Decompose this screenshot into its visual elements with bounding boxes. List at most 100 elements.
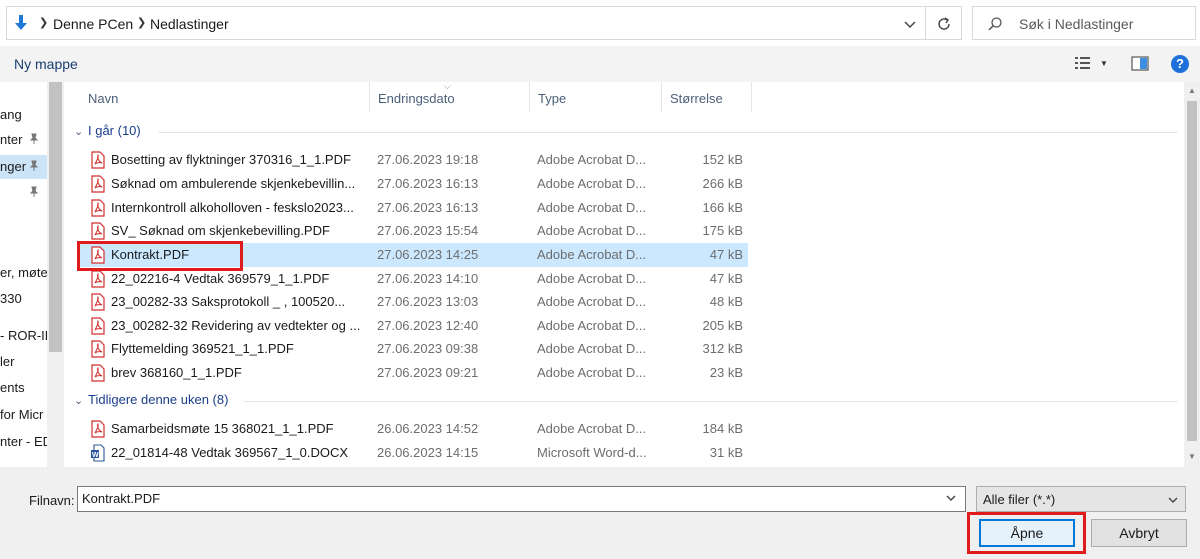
scroll-down-icon[interactable]: ▼	[1188, 452, 1196, 461]
file-row[interactable]: Internkontroll alkoholloven - feskslo202…	[78, 196, 748, 220]
sidebar-item-label: ang	[0, 107, 22, 122]
file-size: 31 kB	[709, 445, 743, 460]
file-date: 27.06.2023 09:38	[377, 341, 479, 356]
sidebar-item-label: nter	[0, 132, 23, 147]
view-dropdown-icon[interactable]: ▼	[1100, 59, 1108, 68]
column-header-name[interactable]: Navn	[80, 82, 370, 112]
view-options-icon[interactable]	[1074, 55, 1092, 71]
file-type: Microsoft Word-d...	[537, 445, 647, 460]
sidebar-scrollbar-thumb[interactable]	[49, 82, 62, 352]
file-name: 23_00282-33 Saksprotokoll _ , 100520...	[111, 294, 346, 309]
file-row[interactable]: 23_00282-32 Revidering av vedtekter og .…	[78, 314, 748, 338]
file-date: 27.06.2023 14:10	[377, 271, 479, 286]
file-size: 48 kB	[709, 294, 743, 309]
address-bar[interactable]: ❯ Denne PCen ❯ Nedlastinger	[6, 6, 926, 40]
file-type: Adobe Acrobat D...	[537, 176, 647, 191]
breadcrumb-this-pc[interactable]: Denne PCen	[53, 16, 133, 32]
sidebar-item[interactable]: ler	[0, 350, 47, 374]
file-date: 26.06.2023 14:15	[377, 445, 479, 460]
chevron-down-icon: ⌄	[74, 126, 84, 138]
sidebar-item[interactable]: - ROR-IK	[0, 324, 47, 348]
pdf-file-icon	[91, 151, 105, 169]
sidebar-item[interactable]: nter	[0, 128, 47, 152]
open-button[interactable]: Åpne	[979, 519, 1075, 547]
search-icon	[988, 17, 1002, 31]
file-type-select[interactable]: Alle filer (*.*)	[976, 486, 1186, 512]
search-input[interactable]: Søk i Nedlastinger	[972, 6, 1196, 40]
sidebar-item-label: nger	[0, 159, 27, 174]
pdf-file-icon	[91, 420, 105, 438]
file-size: 266 kB	[702, 176, 743, 191]
sidebar-item[interactable]: ents	[0, 376, 47, 400]
file-type: Adobe Acrobat D...	[537, 271, 647, 286]
pdf-file-icon	[91, 246, 105, 264]
file-row[interactable]: Samarbeidsmøte 15 368021_1_1.PDF 26.06.20…	[78, 417, 748, 441]
file-row[interactable]: Søknad om ambulerende skjenkebevillin...…	[78, 172, 748, 196]
file-name: Kontrakt.PDF	[111, 247, 190, 262]
breadcrumb-separator-icon: ❯	[137, 17, 147, 29]
file-list-scrollbar[interactable]: ▲ ▼	[1184, 82, 1200, 467]
sidebar-item-label: for Micr	[0, 407, 44, 422]
help-icon[interactable]: ?	[1171, 55, 1189, 73]
download-arrow-icon	[15, 15, 27, 30]
file-row[interactable]: W 22_01814-48 Vedtak 369567_1_0.DOCX 26.06…	[78, 441, 748, 465]
new-folder-button[interactable]: Ny mappe	[14, 56, 78, 72]
file-name: 23_00282-32 Revidering av vedtekter og .…	[111, 318, 361, 333]
pin-icon	[29, 160, 39, 171]
scroll-up-icon[interactable]: ▲	[1188, 86, 1196, 95]
file-name: Søknad om ambulerende skjenkebevillin...	[111, 176, 356, 191]
file-row[interactable]: Bosetting av flyktninger 370316_1_1.PDF 2…	[78, 148, 748, 172]
pdf-file-icon	[91, 293, 105, 311]
group-header-yesterday[interactable]: ⌄ I går (10)	[74, 123, 141, 143]
file-date: 27.06.2023 09:21	[377, 365, 479, 380]
file-size: 205 kB	[702, 318, 743, 333]
file-size: 175 kB	[702, 223, 743, 238]
breadcrumb-downloads[interactable]: Nedlastinger	[150, 16, 229, 32]
group-divider	[158, 132, 1178, 133]
column-header-date[interactable]: Endringsdato	[370, 82, 530, 112]
file-date: 27.06.2023 12:40	[377, 318, 479, 333]
sidebar-item[interactable]: ang	[0, 103, 47, 127]
file-row[interactable]: 23_00282-33 Saksprotokoll _ , 100520... 2…	[78, 290, 748, 314]
cancel-button[interactable]: Avbryt	[1091, 519, 1187, 547]
file-row[interactable]: SV_ Søknad om skjenkebevilling.PDF 27.06.…	[78, 219, 748, 243]
file-row[interactable]: Flyttemelding 369521_1_1.PDF 27.06.2023 0…	[78, 337, 748, 361]
file-row[interactable]: 22_02216-4 Vedtak 369579_1_1.PDF 27.06.20…	[78, 267, 748, 291]
pdf-file-icon	[91, 175, 105, 193]
file-row-selected[interactable]: Kontrakt.PDF 27.06.2023 14:25 Adobe Acroba…	[78, 243, 748, 267]
file-date: 27.06.2023 14:25	[377, 247, 479, 262]
file-type: Adobe Acrobat D...	[537, 294, 647, 309]
column-header-size[interactable]: Størrelse	[662, 82, 752, 112]
sidebar-item-label: - ROR-IK	[0, 328, 47, 343]
chevron-down-icon[interactable]	[944, 491, 958, 505]
file-name: Internkontroll alkoholloven - feskslo202…	[111, 200, 354, 215]
column-header-type[interactable]: Type	[530, 82, 662, 112]
pdf-file-icon	[91, 317, 105, 335]
file-date: 27.06.2023 13:03	[377, 294, 479, 309]
file-name: Bosetting av flyktninger 370316_1_1.PDF	[111, 152, 351, 167]
sidebar-item-downloads[interactable]: nger	[0, 155, 47, 179]
word-file-icon: W	[91, 444, 105, 462]
filename-input[interactable]: Kontrakt.PDF	[77, 486, 966, 512]
file-list-scrollbar-thumb[interactable]	[1187, 101, 1197, 441]
group-header-earlier-this-week[interactable]: ⌄ Tidligere denne uken (8)	[74, 392, 228, 412]
file-type: Adobe Acrobat D...	[537, 152, 647, 167]
sidebar-item[interactable]	[0, 181, 47, 205]
sidebar-item[interactable]: 330	[0, 287, 47, 311]
sidebar-scrollbar[interactable]	[47, 82, 64, 467]
file-size: 47 kB	[709, 247, 743, 262]
file-name: 22_01814-48 Vedtak 369567_1_0.DOCX	[111, 445, 349, 460]
file-date: 27.06.2023 16:13	[377, 200, 479, 215]
sidebar-item-label: er, møte	[0, 265, 47, 280]
sidebar-item[interactable]: er, møte	[0, 261, 47, 285]
pdf-file-icon	[91, 340, 105, 358]
search-placeholder: Søk i Nedlastinger	[1019, 16, 1134, 32]
file-row[interactable]: brev 368160_1_1.PDF 27.06.2023 09:21 Adobe…	[78, 361, 748, 385]
chevron-down-icon[interactable]	[902, 16, 918, 32]
sidebar-item[interactable]: for Micr	[0, 403, 47, 427]
pdf-file-icon	[91, 364, 105, 382]
preview-pane-icon[interactable]	[1131, 56, 1149, 71]
file-type: Adobe Acrobat D...	[537, 341, 647, 356]
sidebar-item[interactable]: nter - ED	[0, 430, 47, 454]
refresh-button[interactable]	[926, 6, 962, 40]
